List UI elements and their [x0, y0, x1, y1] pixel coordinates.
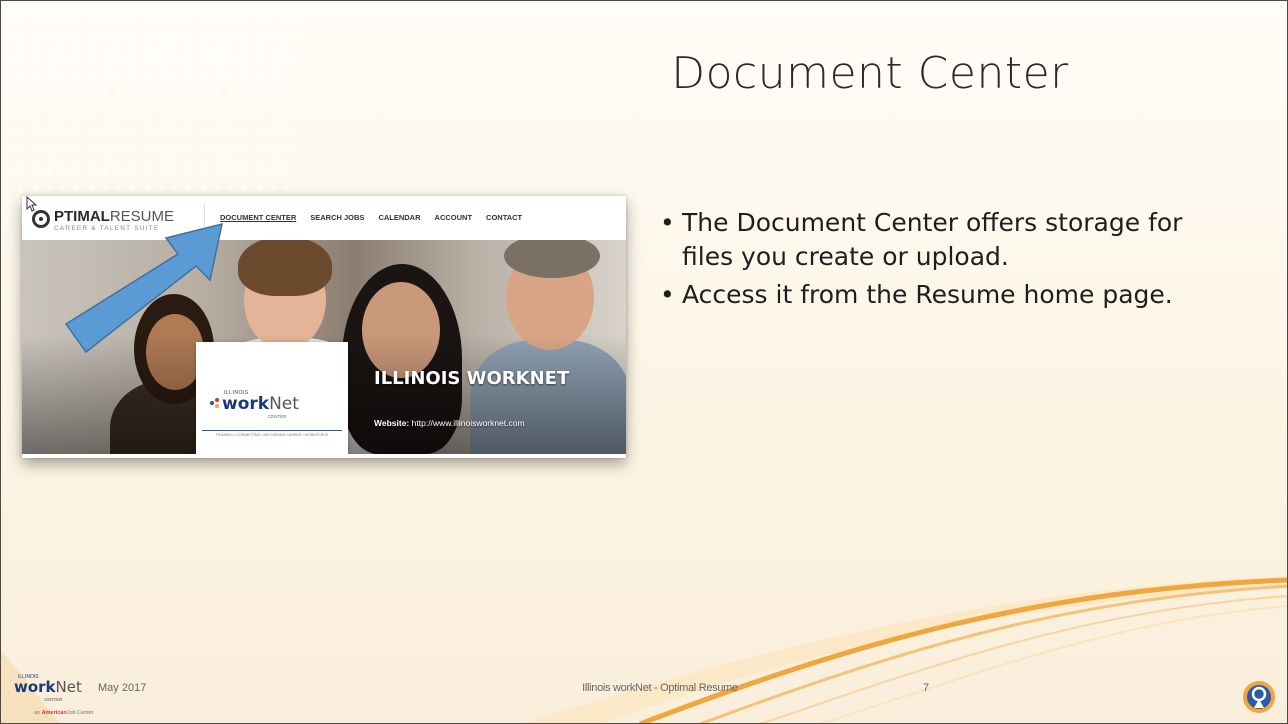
footer-title: Illinois workNet - Optimal Resume [582, 682, 738, 694]
callout-arrow-icon [64, 222, 223, 354]
bullet-list: The Document Center offers storage for f… [656, 206, 1236, 316]
footer-date: May 2017 [98, 682, 147, 694]
nav-account[interactable]: ACCOUNT [435, 213, 473, 222]
footer-logo-worknet: workNet [14, 678, 82, 696]
bullet-item: Access it from the Resume home page. [656, 278, 1236, 312]
worknet-dots-icon [210, 398, 220, 408]
mouse-cursor-icon [26, 196, 38, 212]
banner-website: Website: http://www.illinoisworknet.com [374, 418, 525, 428]
bullet-item: The Document Center offers storage for f… [656, 206, 1236, 274]
dot-pattern [0, 0, 300, 220]
footer-logo-center: CENTER [44, 697, 63, 702]
card-tagline: TRAINING • CONNECTING • DELIVERING CAREE… [202, 430, 342, 437]
card-worknet: workNet [222, 394, 299, 414]
site-nav-links: DOCUMENT CENTER SEARCH JOBS CALENDAR ACC… [220, 213, 522, 222]
footer-logo-tagline: an AmericanJob Center [34, 710, 94, 716]
nav-calendar[interactable]: CALENDAR [378, 213, 420, 222]
slide-title: Document Center [671, 48, 1069, 99]
card-center: CENTER [268, 414, 287, 419]
person-2-hair [238, 240, 332, 296]
nav-search-jobs[interactable]: SEARCH JOBS [310, 213, 364, 222]
nav-contact[interactable]: CONTACT [486, 213, 522, 222]
optimal-resume-badge-icon [1243, 681, 1275, 713]
optimal-resume-logo-icon [32, 210, 50, 228]
banner-title: ILLINOIS WORKNET [374, 368, 570, 389]
slide-number: 7 [922, 682, 930, 694]
worknet-footer-logo: ILLINOIS workNet CENTER an AmericanJob C… [6, 672, 94, 722]
slide: Document Center PTIMALRESUME CAREER & TA… [0, 0, 1288, 724]
